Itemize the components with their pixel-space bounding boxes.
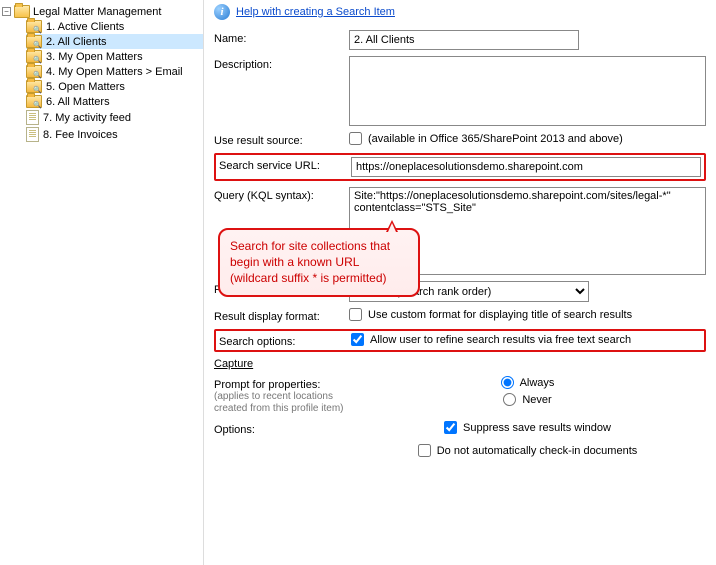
search-url-input[interactable] <box>351 157 701 177</box>
name-label: Name: <box>214 30 349 45</box>
search-options-checkbox[interactable] <box>351 333 364 346</box>
help-link[interactable]: Help with creating a Search Item <box>236 6 395 18</box>
tree-item[interactable]: 5. Open Matters <box>26 79 203 94</box>
tree-item[interactable]: 8. Fee Invoices <box>26 126 203 143</box>
tree-item[interactable]: 1. Active Clients <box>26 19 203 34</box>
folder-search-icon <box>26 95 42 108</box>
tree-item-label: 8. Fee Invoices <box>43 129 118 141</box>
folder-icon <box>14 5 30 18</box>
tree-item[interactable]: 6. All Matters <box>26 94 203 109</box>
folder-search-icon <box>26 35 42 48</box>
document-icon <box>26 110 39 125</box>
description-textarea[interactable] <box>349 56 706 126</box>
tree-item[interactable]: 3. My Open Matters <box>26 49 203 64</box>
display-format-label: Result display format: <box>214 308 349 323</box>
description-label: Description: <box>214 56 349 71</box>
display-format-text: Use custom format for displaying title o… <box>368 309 632 321</box>
tree-item-label: 7. My activity feed <box>43 112 131 124</box>
collapse-icon[interactable]: − <box>2 7 11 16</box>
info-icon: i <box>214 4 230 20</box>
tree-item-label: 3. My Open Matters <box>46 51 143 63</box>
folder-search-icon <box>26 80 42 93</box>
document-icon <box>26 127 39 142</box>
tree-item-label: 4. My Open Matters > Email <box>46 66 183 78</box>
nocheckin-checkbox[interactable] <box>418 444 431 457</box>
prompt-never-radio[interactable] <box>503 393 516 406</box>
use-result-source-label: Use result source: <box>214 132 349 147</box>
capture-heading: Capture <box>214 358 706 370</box>
search-options-label: Search options: <box>216 333 351 348</box>
tree-item[interactable]: 7. My activity feed <box>26 109 203 126</box>
suppress-checkbox[interactable] <box>444 421 457 434</box>
name-input[interactable] <box>349 30 579 50</box>
navigation-tree: − Legal Matter Management 1. Active Clie… <box>0 0 204 565</box>
options-label: Options: <box>214 421 349 436</box>
folder-search-icon <box>26 20 42 33</box>
search-url-label: Search service URL: <box>216 157 351 172</box>
form-panel: i Help with creating a Search Item Name:… <box>204 0 716 565</box>
use-result-source-checkbox[interactable] <box>349 132 362 145</box>
tree-item[interactable]: 2. All Clients <box>26 34 203 49</box>
display-format-checkbox[interactable] <box>349 308 362 321</box>
tree-item-label: 2. All Clients <box>46 36 107 48</box>
prompt-label: Prompt for properties: (applies to recen… <box>214 376 349 415</box>
prompt-always-label: Always <box>520 377 555 389</box>
nocheckin-label: Do not automatically check-in documents <box>437 445 638 457</box>
folder-search-icon <box>26 65 42 78</box>
use-result-source-note: (available in Office 365/SharePoint 2013… <box>368 133 623 145</box>
suppress-label: Suppress save results window <box>463 422 611 434</box>
tree-root-item[interactable]: − Legal Matter Management <box>2 4 203 19</box>
prompt-always-radio[interactable] <box>501 376 514 389</box>
tree-item-label: 1. Active Clients <box>46 21 124 33</box>
tree-item-label: 6. All Matters <box>46 96 110 108</box>
folder-search-icon <box>26 50 42 63</box>
annotation-callout: Search for site collections that begin w… <box>218 228 420 297</box>
tree-root-label: Legal Matter Management <box>33 6 161 18</box>
tree-item-label: 5. Open Matters <box>46 81 125 93</box>
tree-item[interactable]: 4. My Open Matters > Email <box>26 64 203 79</box>
prompt-never-label: Never <box>522 394 551 406</box>
search-options-text: Allow user to refine search results via … <box>370 334 631 346</box>
query-label: Query (KQL syntax): <box>214 187 349 202</box>
